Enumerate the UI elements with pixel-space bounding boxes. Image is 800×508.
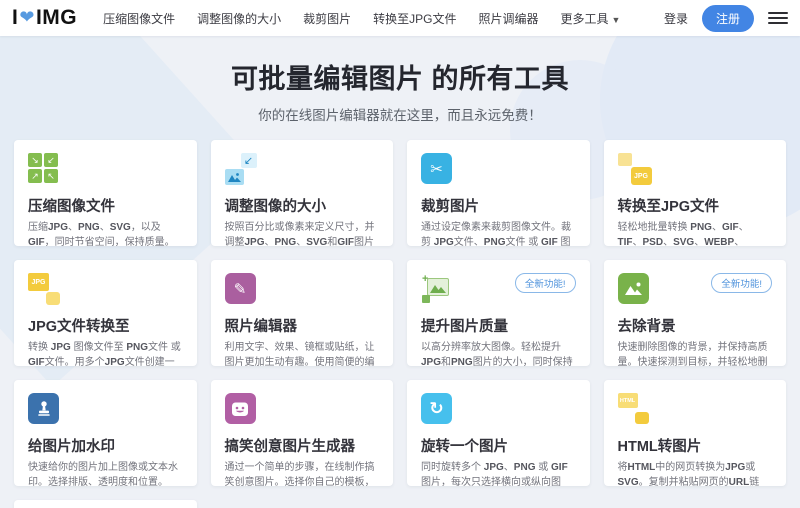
tool-description: 将HTML中的网页转换为JPG或SVG。复制并粘贴网页的URL链接，然后单击，将… bbox=[617, 462, 760, 486]
register-button[interactable]: 注册 bbox=[701, 4, 754, 32]
tool-description: 以高分辨率放大图像。轻松提升JPG和PNG图片的大小，同时保持视觉质量。 bbox=[421, 342, 573, 366]
tool-card-photo-editor[interactable]: ✎ 照片编辑器 利用文字、效果、镜框或贴纸，让图片更加生动有趣。使用简便的编辑工… bbox=[210, 260, 393, 366]
more-tools-label: 更多工具 bbox=[560, 11, 609, 26]
chevron-down-icon: ▼ bbox=[611, 14, 621, 25]
tool-title: 压缩图像文件 bbox=[28, 199, 115, 215]
login-link[interactable]: 登录 bbox=[664, 10, 688, 27]
tool-card-compress-image[interactable]: ↘ ↙ ↗ ↖ 压缩图像文件 压缩JPG、PNG、SVG，以及GIF，同时节省空间，保… bbox=[14, 140, 197, 246]
convert-to-jpg-icon: JPG bbox=[617, 153, 652, 187]
tool-card-convert-from-jpg[interactable]: JPG JPG文件转换至 转换 JPG 图像文件至 PNG文件 或 GIF文件。… bbox=[14, 260, 197, 366]
nav-item-more-tools[interactable]: 更多工具 ▼ bbox=[561, 10, 621, 27]
tool-title: 搞笑创意图片生成器 bbox=[224, 439, 356, 455]
nav-item-crop[interactable]: 裁剪图片 bbox=[303, 10, 351, 27]
header-actions: 登录 注册 bbox=[664, 4, 788, 32]
tool-card-resize-image[interactable]: ↙ 调整图像的大小 按照百分比或像素来定义尺寸，并调整JPG、PNG、SVG和G… bbox=[210, 140, 393, 246]
tool-description: 转换 JPG 图像文件至 PNG文件 或 GIF文件。用多个JPG文件创建一个 … bbox=[28, 342, 181, 366]
tool-card-convert-to-jpg[interactable]: JPG 转换至JPG文件 轻松地批量转换 PNG、GIF、TIF、PSD、SVG… bbox=[603, 140, 786, 246]
tool-description: 同时旋转多个 JPG、PNG 或 GIF 图片，每次只选择横向或纵向图片！ bbox=[421, 462, 568, 486]
top-navbar: I ❤ IMG 压缩图像文件 调整图像的大小 裁剪图片 转换至JPG文件 照片调编器… bbox=[0, 0, 800, 36]
tool-card-html-to-image[interactable]: HTML HTML转图片 将HTML中的网页转换为JPG或SVG。复制并粘贴网页… bbox=[603, 380, 786, 486]
tool-description: 通过一个简单的步骤，在线制作搞笑创意图片。选择你自己的模板，或者从最流行的模板中… bbox=[224, 462, 375, 486]
pencil-icon: ✎ bbox=[224, 273, 256, 304]
tool-description: 通过设定像素来裁剪图像文件。裁剪 JPG文件、PNG文件 或 GIF 图像文件。 bbox=[421, 222, 571, 246]
upscale-image-icon: + bbox=[421, 273, 455, 307]
logo-text-img: IMG bbox=[35, 6, 78, 29]
compress-icon: ↘ ↙ ↗ ↖ bbox=[28, 153, 62, 187]
new-feature-badge: 全新功能! bbox=[514, 273, 576, 293]
watermark-stamp-icon bbox=[28, 393, 59, 424]
site-logo[interactable]: I ❤ IMG bbox=[12, 6, 77, 30]
tool-card-watermark-image[interactable]: 给图片加水印 快速给你的图片加上图像或文本水印。选择排版、透明度和位置。 bbox=[14, 380, 197, 486]
main-nav: 压缩图像文件 调整图像的大小 裁剪图片 转换至JPG文件 照片调编器 更多工具 ▼ bbox=[103, 10, 664, 27]
tool-description: 利用文字、效果、镜框或贴纸，让图片更加生动有趣。使用简便的编辑工具，满足你的创意… bbox=[224, 342, 375, 366]
tool-title: 去除背景 bbox=[617, 319, 676, 335]
tool-description: 快速给你的图片加上图像或文本水印。选择排版、透明度和位置。 bbox=[28, 462, 178, 486]
logo-text-i: I bbox=[12, 6, 19, 29]
tool-description: 快速删除图像的背景，并保持高质量。快速探测到目标，并轻松地删除背景。 bbox=[617, 342, 768, 366]
meme-face-icon bbox=[224, 393, 256, 424]
hamburger-menu-icon[interactable] bbox=[768, 10, 788, 26]
tool-title: JPG文件转换至 bbox=[28, 319, 130, 335]
tool-description: 压缩JPG、PNG、SVG，以及GIF，同时节省空间，保持质量。 bbox=[28, 222, 175, 246]
tool-description: 按照百分比或像素来定义尺寸，并调整JPG、PNG、SVG和GIF图片的尺寸。 bbox=[224, 222, 375, 246]
tool-card-meme-generator[interactable]: 搞笑创意图片生成器 通过一个简单的步骤，在线制作搞笑创意图片。选择你自己的模板，… bbox=[210, 380, 393, 486]
page-title: 可批量编辑图片 的所有工具 bbox=[230, 64, 569, 94]
nav-item-photo-editor[interactable]: 照片调编器 bbox=[479, 10, 539, 27]
remove-background-icon bbox=[617, 273, 649, 304]
tool-description: 轻松地批量转换 PNG、GIF、TIF、PSD、SVG、WEBP、HEIC，或者… bbox=[617, 222, 749, 246]
tool-card-remove-background[interactable]: 全新功能! 去除背景 快速删除图像的背景，并保持高质量。快速探测到目标，并轻松地… bbox=[603, 260, 786, 366]
tool-title: 裁剪图片 bbox=[421, 199, 479, 215]
nav-item-convert-to-jpg[interactable]: 转换至JPG文件 bbox=[373, 10, 456, 27]
tool-title: 给图片加水印 bbox=[28, 439, 115, 455]
html-to-image-icon: HTML bbox=[617, 393, 652, 427]
rotate-arrow-icon: ↻ bbox=[421, 393, 452, 424]
tool-card-crop-image[interactable]: ✂ 裁剪图片 通过设定像素来裁剪图像文件。裁剪 JPG文件、PNG文件 或 GI… bbox=[407, 140, 590, 246]
page-subtitle: 你的在线图片编辑器就在这里，而且永远免费！ bbox=[258, 108, 542, 123]
hero-section: 可批量编辑图片 的所有工具 你的在线图片编辑器就在这里，而且永远免费！ bbox=[0, 36, 800, 140]
tool-card-rotate-image[interactable]: ↻ 旋转一个图片 同时旋转多个 JPG、PNG 或 GIF 图片，每次只选择横向… bbox=[407, 380, 590, 486]
tool-card-blur-face[interactable]: 全新功能! bbox=[14, 500, 197, 508]
tool-title: 照片编辑器 bbox=[224, 319, 298, 335]
nav-item-compress[interactable]: 压缩图像文件 bbox=[103, 10, 175, 27]
tool-title: 提升图片质量 bbox=[421, 319, 508, 335]
resize-icon: ↙ bbox=[224, 153, 259, 187]
convert-from-jpg-icon: JPG bbox=[28, 273, 62, 307]
heart-icon: ❤ bbox=[19, 7, 35, 27]
tools-grid: ↘ ↙ ↗ ↖ 压缩图像文件 压缩JPG、PNG、SVG，以及GIF，同时节省空间，保… bbox=[0, 140, 800, 508]
tool-title: 旋转一个图片 bbox=[421, 439, 508, 455]
tool-title: 调整图像的大小 bbox=[224, 199, 327, 215]
new-feature-badge: 全新功能! bbox=[711, 273, 772, 293]
tool-title: HTML转图片 bbox=[617, 439, 702, 455]
nav-item-resize[interactable]: 调整图像的大小 bbox=[197, 10, 281, 27]
crop-scissors-icon: ✂ bbox=[421, 153, 452, 184]
tool-title: 转换至JPG文件 bbox=[617, 199, 720, 215]
tool-card-upscale-image[interactable]: + 全新功能! 提升图片质量 以高分辨率放大图像。轻松提升JPG和PNG图片的大… bbox=[407, 260, 590, 366]
